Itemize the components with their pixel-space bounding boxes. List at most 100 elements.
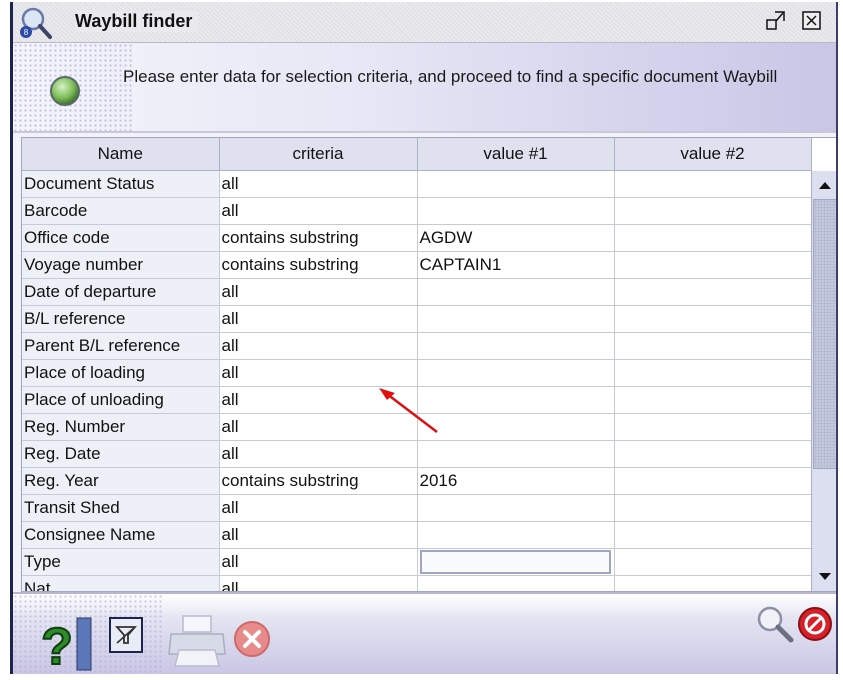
value1-cell[interactable] [417,494,615,522]
criteria-name-cell: Reg. Year [22,467,220,495]
value1-cell[interactable] [417,170,615,198]
table-row[interactable]: Date of departure all [22,278,812,306]
search-icon: 8 [20,7,52,39]
criteria-name-cell: Reg. Number [22,413,220,441]
value2-cell[interactable] [614,170,812,198]
value2-cell[interactable] [614,386,812,414]
criteria-name-cell: Office code [22,224,220,252]
column-header-criteria[interactable]: criteria [219,138,418,171]
criteria-name-cell: Place of unloading [22,386,220,414]
criteria-operator-cell[interactable]: all [219,197,418,225]
scroll-up-icon[interactable] [812,173,836,197]
vertical-scrollbar[interactable] [811,171,836,591]
search-icon[interactable] [755,604,795,644]
value2-cell[interactable] [614,467,812,495]
cancel-icon[interactable] [795,604,835,644]
value2-cell[interactable] [614,251,812,279]
criteria-name-cell: Consignee Name [22,521,220,549]
criteria-operator-cell[interactable]: all [219,548,418,576]
value2-cell[interactable] [614,440,812,468]
criteria-name-cell: Barcode [22,197,220,225]
value1-cell[interactable] [417,521,615,549]
criteria-operator-cell[interactable]: all [219,170,418,198]
table-row[interactable]: Office code contains substring AGDW [22,224,812,252]
value2-cell[interactable] [614,278,812,306]
value1-cell[interactable] [417,386,615,414]
table-row[interactable]: Barcode all [22,197,812,225]
criteria-name-cell: Transit Shed [22,494,220,522]
value1-cell[interactable] [417,440,615,468]
criteria-operator-cell[interactable]: all [219,494,418,522]
column-header-value2[interactable]: value #2 [614,138,812,171]
column-header-name[interactable]: Name [22,138,220,171]
value2-cell[interactable] [614,413,812,441]
table-row[interactable]: Reg. Number all [22,413,812,441]
criteria-name-cell: Voyage number [22,251,220,279]
criteria-operator-cell[interactable]: all [219,305,418,333]
table-row[interactable]: Consignee Name all [22,521,812,549]
table-row[interactable]: Nat... all [22,575,812,591]
criteria-operator-cell[interactable]: all [219,278,418,306]
value2-cell[interactable] [614,332,812,360]
table-row[interactable]: Place of loading all [22,359,812,387]
value1-cell[interactable] [417,278,615,306]
svg-text:8: 8 [24,28,29,37]
table-row[interactable]: Document Status all [22,170,812,198]
info-panel: Please enter data for selection criteria… [13,43,836,133]
criteria-name-cell: B/L reference [22,305,220,333]
close-icon[interactable] [231,618,273,660]
value2-cell[interactable] [614,521,812,549]
table-row[interactable]: Reg. Date all [22,440,812,468]
table-row[interactable]: B/L reference all [22,305,812,333]
value2-cell[interactable] [614,305,812,333]
value1-cell[interactable] [417,359,615,387]
criteria-operator-cell[interactable]: contains substring [219,467,418,495]
criteria-name-cell: Reg. Date [22,440,220,468]
criteria-operator-cell[interactable]: all [219,440,418,468]
value2-cell[interactable] [614,197,812,225]
criteria-name-cell: Nat... [22,575,220,591]
value1-cell[interactable] [417,197,615,225]
print-icon[interactable] [165,612,229,668]
criteria-operator-cell[interactable]: all [219,413,418,441]
value1-cell[interactable] [417,548,615,576]
value2-cell[interactable] [614,548,812,576]
column-header-value1[interactable]: value #1 [417,138,615,171]
table-row[interactable]: Voyage number contains substring CAPTAIN1 [22,251,812,279]
criteria-operator-cell[interactable]: all [219,332,418,360]
table-row[interactable]: Type all [22,548,812,576]
criteria-operator-cell[interactable]: all [219,521,418,549]
value1-cell[interactable] [417,413,615,441]
value1-cell[interactable] [417,332,615,360]
title-bar: 8 Waybill finder [13,2,836,43]
value1-cell[interactable] [417,305,615,333]
table-row[interactable]: Parent B/L reference all [22,332,812,360]
status-light-icon [50,76,80,106]
criteria-name-cell: Parent B/L reference [22,332,220,360]
table-row[interactable]: Transit Shed all [22,494,812,522]
scrollbar-thumb[interactable] [813,199,836,469]
value2-cell[interactable] [614,359,812,387]
criteria-operator-cell[interactable]: all [219,359,418,387]
value1-cell[interactable]: AGDW [417,224,615,252]
restore-icon[interactable] [765,10,787,32]
value1-cell[interactable]: CAPTAIN1 [417,251,615,279]
value2-cell[interactable] [614,575,812,591]
close-window-icon[interactable] [801,10,823,32]
table-row[interactable]: Place of unloading all [22,386,812,414]
scroll-down-icon[interactable] [812,565,836,589]
table-row[interactable]: Reg. Year contains substring 2016 [22,467,812,495]
criteria-operator-cell[interactable]: contains substring [219,224,418,252]
value1-cell[interactable] [417,575,615,591]
filter-icon[interactable] [108,616,144,654]
criteria-name-cell: Place of loading [22,359,220,387]
help-icon[interactable]: ? [33,612,93,674]
value1-edit-field[interactable] [419,550,611,574]
bottom-toolbar: ? [13,592,836,674]
value2-cell[interactable] [614,494,812,522]
criteria-operator-cell[interactable]: all [219,386,418,414]
criteria-operator-cell[interactable]: all [219,575,418,591]
criteria-operator-cell[interactable]: contains substring [219,251,418,279]
value1-cell[interactable]: 2016 [417,467,615,495]
value2-cell[interactable] [614,224,812,252]
